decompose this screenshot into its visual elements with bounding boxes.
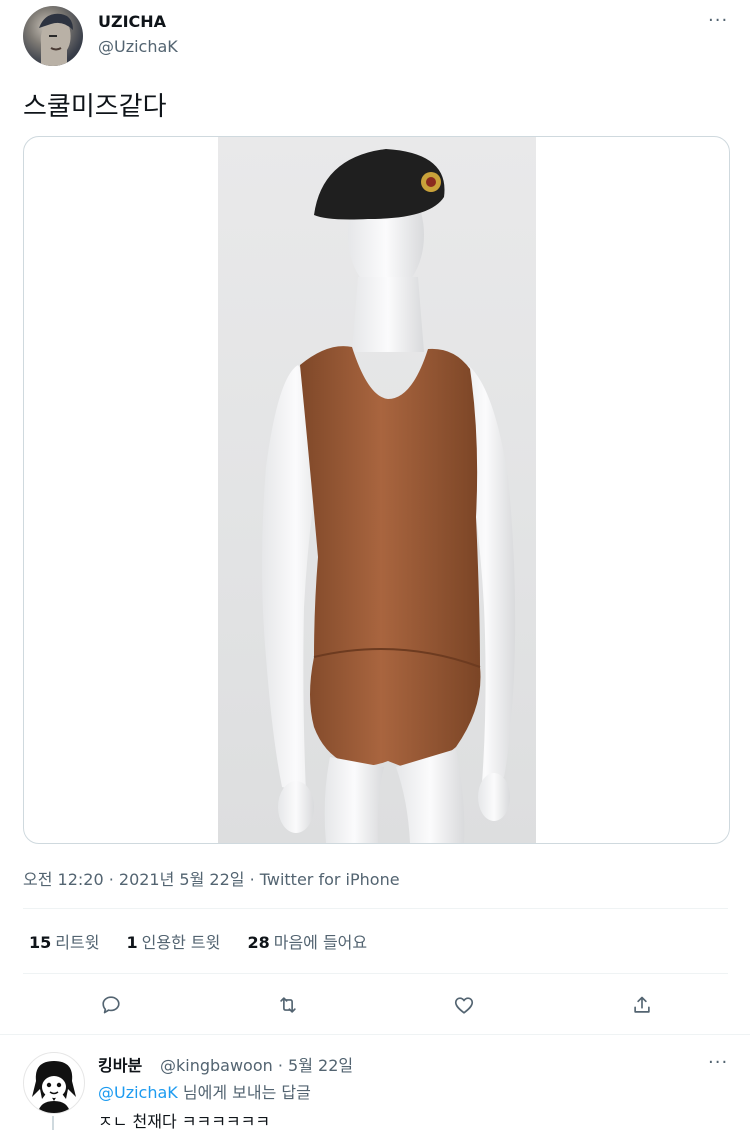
divider (23, 908, 728, 909)
author-handle[interactable]: @UzichaK (98, 37, 178, 56)
more-options-icon[interactable]: ··· (708, 10, 728, 31)
reply-icon (102, 996, 120, 1014)
retweets-label: 리트윗 (55, 933, 100, 952)
tweet-meta: 오전 12:20 · 2021년 5월 22일 · Twitter for iP… (23, 866, 400, 890)
retweet-icon (280, 997, 296, 1013)
tweet-media[interactable] (23, 136, 730, 844)
divider (23, 973, 728, 974)
tweet-text: 스쿨미즈같다 (23, 92, 167, 122)
likes-count: 28 (247, 933, 270, 952)
reply-mention-link[interactable]: @UzichaK (98, 1083, 178, 1102)
author-avatar[interactable] (23, 6, 83, 66)
thread-line (52, 1116, 54, 1130)
reply-more-options-icon[interactable]: ··· (708, 1052, 728, 1073)
divider (0, 1034, 750, 1035)
like-button[interactable] (444, 985, 484, 1025)
retweets-count: 15 (29, 933, 52, 952)
likes-stat[interactable]: 28 마음에 들어요 (247, 933, 367, 952)
tweet-stats: 15 리트윗 1 인용한 트윗 28 마음에 들어요 (29, 929, 389, 953)
tweet-timestamp[interactable]: 오전 12:20 · 2021년 5월 22일 · (23, 870, 260, 889)
reply-button[interactable] (91, 985, 131, 1025)
quotes-label: 인용한 트윗 (141, 933, 221, 952)
share-button[interactable] (622, 985, 662, 1025)
retweet-button[interactable] (268, 985, 308, 1025)
share-icon (634, 996, 650, 1013)
author-display-name[interactable]: UZICHA (98, 12, 166, 31)
quotes-count: 1 (126, 933, 138, 952)
reply-author-handle-date[interactable]: @kingbawoon · 5월 22일 (160, 1052, 353, 1076)
retweets-stat[interactable]: 15 리트윗 (29, 933, 99, 952)
reply-author-display-name[interactable]: 킹바분 (98, 1052, 142, 1076)
likes-label: 마음에 들어요 (273, 933, 368, 952)
reply-text: ㅈㄴ 천재다 ㅋㅋㅋㅋㅋㅋ (98, 1112, 271, 1131)
replying-to-label: 님에게 보내는 답글 (177, 1083, 311, 1102)
replying-to: @UzichaK 님에게 보내는 답글 (98, 1079, 311, 1103)
heart-icon (454, 997, 474, 1014)
quotes-stat[interactable]: 1 인용한 트윗 (127, 933, 221, 952)
tweet-source[interactable]: Twitter for iPhone (260, 870, 400, 889)
media-photo (218, 137, 536, 843)
reply-author-avatar[interactable] (23, 1052, 85, 1114)
